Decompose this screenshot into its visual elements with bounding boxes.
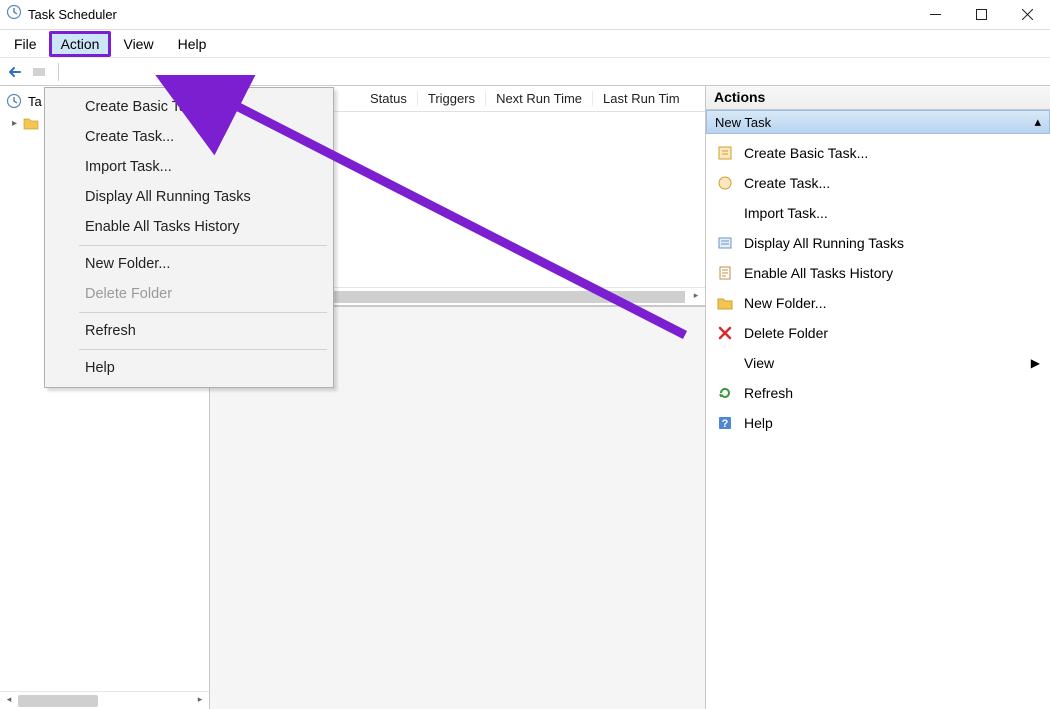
action-new-folder[interactable]: New Folder... bbox=[706, 288, 1050, 318]
actions-subheader[interactable]: New Task ▴ bbox=[706, 110, 1050, 134]
action-create-basic-task[interactable]: Create Basic Task... bbox=[706, 138, 1050, 168]
maximize-button[interactable] bbox=[958, 0, 1004, 29]
expand-icon[interactable]: ▸ bbox=[12, 118, 17, 129]
scroll-thumb[interactable] bbox=[330, 291, 685, 303]
col-last-run[interactable]: Last Run Tim bbox=[593, 91, 690, 106]
action-view[interactable]: View ▶ bbox=[706, 348, 1050, 378]
action-label: View bbox=[744, 355, 774, 371]
view-icon bbox=[716, 354, 734, 372]
dd-delete-folder: Delete Folder bbox=[45, 279, 333, 309]
action-enable-history[interactable]: Enable All Tasks History bbox=[706, 258, 1050, 288]
create-task-icon bbox=[716, 174, 734, 192]
toolbar-separator bbox=[58, 63, 59, 81]
import-task-icon bbox=[716, 204, 734, 222]
dd-separator bbox=[79, 312, 327, 313]
action-create-task[interactable]: Create Task... bbox=[706, 168, 1050, 198]
toolbar bbox=[0, 58, 1050, 86]
action-refresh[interactable]: Refresh bbox=[706, 378, 1050, 408]
action-import-task[interactable]: Import Task... bbox=[706, 198, 1050, 228]
action-label: Enable All Tasks History bbox=[744, 265, 893, 281]
col-status[interactable]: Status bbox=[360, 91, 418, 106]
action-label: Delete Folder bbox=[744, 325, 828, 341]
action-label: Import Task... bbox=[744, 205, 828, 221]
col-triggers[interactable]: Triggers bbox=[418, 91, 486, 106]
delete-icon bbox=[716, 324, 734, 342]
window-title: Task Scheduler bbox=[28, 7, 117, 22]
scroll-right-icon[interactable]: ▸ bbox=[193, 694, 207, 708]
actions-header: Actions bbox=[706, 86, 1050, 110]
dd-enable-history[interactable]: Enable All Tasks History bbox=[45, 212, 333, 242]
dd-separator bbox=[79, 349, 327, 350]
create-basic-task-icon bbox=[716, 144, 734, 162]
action-label: Create Basic Task... bbox=[744, 145, 868, 161]
dd-new-folder[interactable]: New Folder... bbox=[45, 249, 333, 279]
refresh-icon bbox=[716, 384, 734, 402]
menu-bar: File Action View Help bbox=[0, 30, 1050, 58]
scroll-left-icon[interactable]: ◂ bbox=[2, 694, 16, 708]
col-next-run[interactable]: Next Run Time bbox=[486, 91, 593, 106]
tree-root-label: Ta bbox=[28, 94, 42, 109]
title-bar: Task Scheduler bbox=[0, 0, 1050, 30]
actions-pane: Actions New Task ▴ Create Basic Task... … bbox=[705, 86, 1050, 709]
action-display-running[interactable]: Display All Running Tasks bbox=[706, 228, 1050, 258]
help-icon: ? bbox=[716, 414, 734, 432]
forward-icon[interactable] bbox=[30, 62, 50, 82]
action-help[interactable]: ? Help bbox=[706, 408, 1050, 438]
tree-hscroll[interactable]: ◂ ▸ bbox=[0, 691, 209, 709]
collapse-icon[interactable]: ▴ bbox=[1034, 114, 1041, 130]
dd-display-running[interactable]: Display All Running Tasks bbox=[45, 182, 333, 212]
dd-refresh[interactable]: Refresh bbox=[45, 316, 333, 346]
new-folder-icon bbox=[716, 294, 734, 312]
action-label: Create Task... bbox=[744, 175, 830, 191]
scheduler-icon bbox=[6, 93, 22, 109]
dd-create-basic-task[interactable]: Create Basic Task... bbox=[45, 92, 333, 122]
action-label: Help bbox=[744, 415, 773, 431]
window-controls bbox=[912, 0, 1050, 29]
dd-help[interactable]: Help bbox=[45, 353, 333, 383]
scroll-right-icon[interactable]: ▸ bbox=[689, 290, 703, 304]
menu-action[interactable]: Action bbox=[49, 31, 112, 57]
dd-import-task[interactable]: Import Task... bbox=[45, 152, 333, 182]
app-icon bbox=[6, 4, 22, 25]
svg-text:?: ? bbox=[722, 418, 729, 430]
action-label: Display All Running Tasks bbox=[744, 235, 904, 251]
submenu-arrow-icon: ▶ bbox=[1031, 356, 1040, 370]
minimize-button[interactable] bbox=[912, 0, 958, 29]
menu-file[interactable]: File bbox=[2, 31, 49, 57]
back-icon[interactable] bbox=[6, 62, 26, 82]
running-tasks-icon bbox=[716, 234, 734, 252]
actions-list: Create Basic Task... Create Task... Impo… bbox=[706, 134, 1050, 442]
menu-help[interactable]: Help bbox=[166, 31, 219, 57]
action-label: New Folder... bbox=[744, 295, 826, 311]
action-delete-folder[interactable]: Delete Folder bbox=[706, 318, 1050, 348]
scroll-thumb[interactable] bbox=[18, 695, 98, 707]
close-button[interactable] bbox=[1004, 0, 1050, 29]
folder-icon bbox=[23, 116, 39, 130]
action-label: Refresh bbox=[744, 385, 793, 401]
history-icon bbox=[716, 264, 734, 282]
action-dropdown: Create Basic Task... Create Task... Impo… bbox=[44, 87, 334, 388]
actions-subheader-label: New Task bbox=[715, 115, 771, 130]
menu-view[interactable]: View bbox=[111, 31, 165, 57]
dd-create-task[interactable]: Create Task... bbox=[45, 122, 333, 152]
dd-separator bbox=[79, 245, 327, 246]
